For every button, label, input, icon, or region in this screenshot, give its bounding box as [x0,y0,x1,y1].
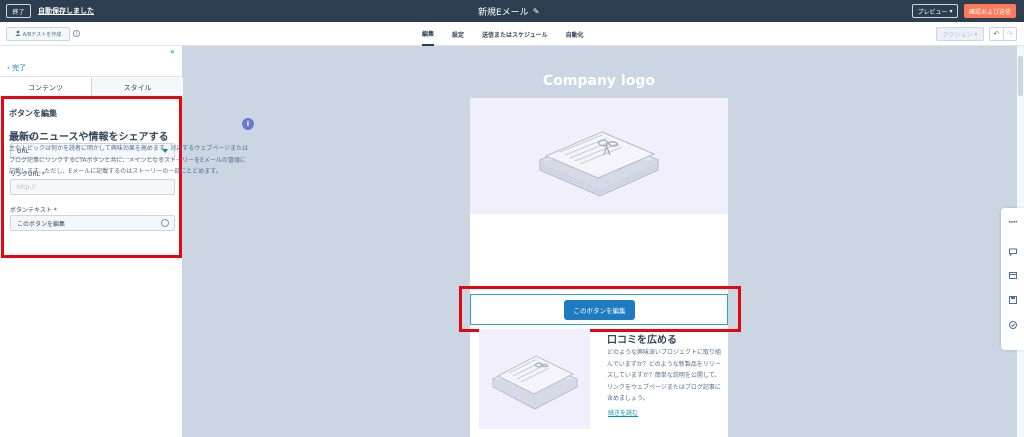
chevron-down-icon: ▾ [974,30,978,38]
email-title[interactable]: 新規Eメール ✎ [478,5,539,18]
exit-button[interactable]: 終了 [6,4,31,18]
info-icon[interactable]: i [73,30,80,37]
scrollbar-thumb[interactable] [1018,56,1023,96]
autosave-status[interactable]: 自動保存しました [38,6,94,16]
right-toolbar [1001,208,1024,350]
tab-send-schedule[interactable]: 送信またはスケジュール [482,22,548,46]
section2-image[interactable] [479,329,590,429]
pencil-icon[interactable]: ✎ [533,7,540,16]
section1-heading[interactable]: 最新のニュースや情報をシェアする [9,128,169,143]
editor-tabs: 編集 設定 送信またはスケジュール 自動化 [422,22,584,46]
done-button[interactable]: ‹ 完了 [7,63,26,73]
comment-icon[interactable] [1009,248,1017,257]
user-icon [15,30,21,38]
company-logo[interactable]: Company logo [470,73,728,89]
section1-body[interactable]: 主なトピックは何かを読者に明かして興味効果を高めます。対応するウェブページまたは… [9,143,249,178]
cta-button[interactable]: このボタンを編集 [564,300,635,320]
hero-image[interactable] [470,98,728,214]
undo-icon[interactable]: ↶ [990,28,1003,40]
tab-edit[interactable]: 編集 [422,22,435,46]
top-bar: 終了 自動保存しました 新規Eメール ✎ プレビュー ▾ 確認および送信 [0,0,1024,22]
emoji-icon[interactable] [161,219,169,227]
email-title-text: 新規Eメール [478,8,529,18]
actions-button[interactable]: アクション ▾ [936,27,984,41]
undo-redo-group: ↶ ↷ [989,27,1017,41]
check-circle-icon[interactable] [1009,321,1017,329]
tab-style[interactable]: スタイル [91,78,183,97]
section2-body[interactable]: どのような興味深いプロジェクトに取り組んでいますか？どのような新製品をリリースし… [607,347,721,405]
actions-label: アクション [942,31,973,39]
calendar-icon[interactable] [1009,271,1017,279]
edit-sidebar: « ‹ 完了 コンテンツ スタイル ボタンを編集 リンク先 * URL リンクU… [0,46,183,437]
create-ab-test-label: A/Bテストを作成 [22,31,62,38]
preview-label: プレビュー [917,8,948,16]
button-text-label: ボタンテキスト * [10,207,57,214]
double-chevron-left-icon[interactable]: « [170,47,175,56]
grip-icon[interactable] [1009,218,1017,226]
newspaper-illustration [538,131,660,197]
editor-toolbar: A/Bテストを作成 i 編集 設定 送信またはスケジュール 自動化 アクション … [0,22,1024,46]
panel-tabs: コンテンツ スタイル [0,78,183,98]
done-label: 完了 [12,64,27,72]
info-badge-icon[interactable]: i [242,118,254,130]
read-more-link[interactable]: 続きを読む [608,408,638,417]
tab-content[interactable]: コンテンツ [0,78,91,97]
preview-button[interactable]: プレビュー ▾ [912,4,958,18]
review-send-button[interactable]: 確認および送信 [964,4,1016,18]
save-icon[interactable] [1009,296,1017,304]
done-row: ‹ 完了 [0,57,183,77]
newspaper-small-illustration [491,355,579,410]
tab-automation[interactable]: 自動化 [566,22,584,46]
redo-icon[interactable]: ↷ [1002,28,1017,40]
button-text-input[interactable]: このボタンを編集 [10,215,175,231]
tab-settings[interactable]: 設定 [452,22,464,46]
link-url-input[interactable]: http:// [10,179,175,195]
chevron-down-icon: ▾ [949,7,953,15]
button-text-value: このボタンを編集 [17,220,66,228]
create-ab-test-button[interactable]: A/Bテストを作成 [6,27,70,41]
chevron-left-icon: ‹ [7,64,10,72]
section2-heading[interactable]: 口コミを広める [607,331,677,346]
form-title: ボタンを編集 [9,109,57,118]
